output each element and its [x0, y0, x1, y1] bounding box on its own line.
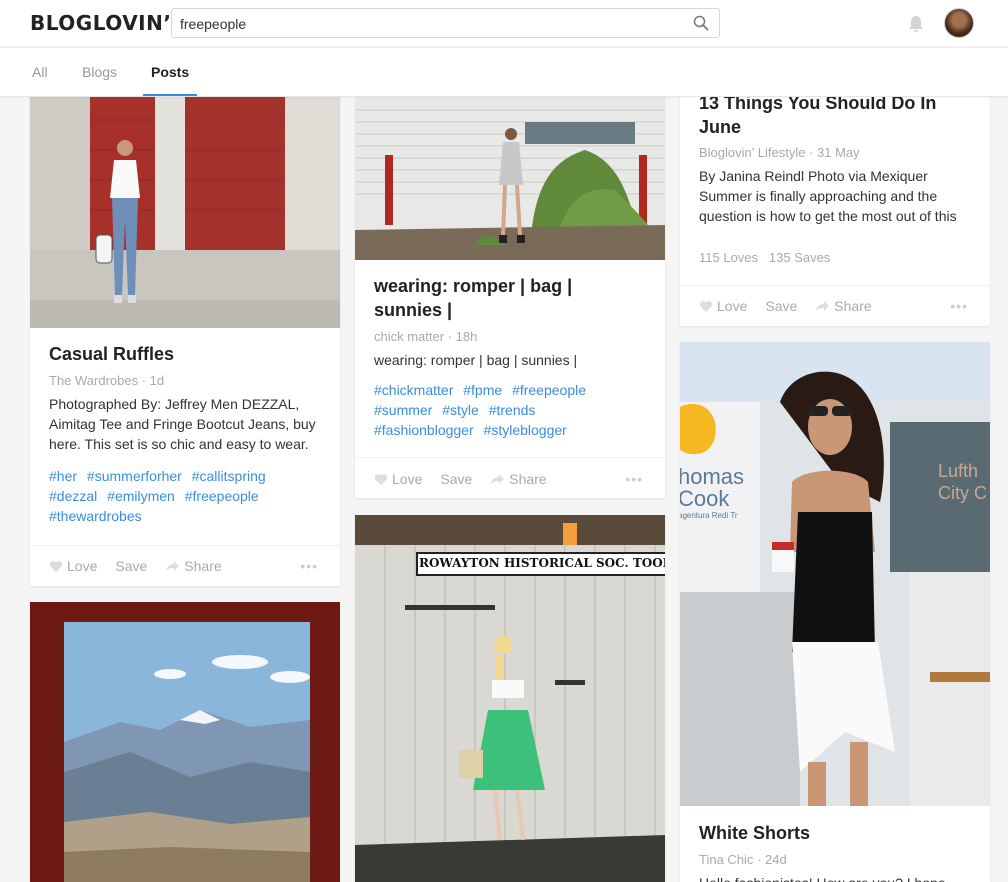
- post-tags: #chickmatter #fpme #freepeople #summer #…: [374, 380, 646, 440]
- photo-sign-text: ROWAYTON HISTORICAL SOC. TOOL E: [419, 556, 665, 570]
- post-actions: Love Save Share: [49, 558, 240, 574]
- logo[interactable]: BLOGLOVIN’: [30, 11, 171, 35]
- heart-icon: [374, 473, 388, 485]
- post-image-casual-ruffles[interactable]: [30, 60, 340, 328]
- post-meta[interactable]: chick matter · 18h: [374, 329, 477, 344]
- photo-sign-text: Lufth City C: [938, 461, 987, 503]
- tab-posts[interactable]: Posts: [151, 64, 189, 80]
- divider: [355, 457, 665, 458]
- more-options-button[interactable]: •••: [300, 558, 318, 574]
- post-stats: 115 Loves 135 Saves: [699, 250, 831, 265]
- tag[interactable]: #freepeople: [185, 488, 259, 504]
- notifications-bell-icon[interactable]: [908, 15, 924, 33]
- post-title[interactable]: Casual Ruffles: [49, 342, 174, 366]
- post-image-mountain-window[interactable]: [30, 602, 340, 882]
- search-box[interactable]: [171, 8, 720, 38]
- post-card-romper[interactable]: wearing: romper | bag | sunnies | chick …: [355, 60, 665, 498]
- post-excerpt: Photographed By: Jeffrey Men DEZZAL, Aim…: [49, 396, 316, 452]
- tag[interactable]: #emilymen: [107, 488, 175, 504]
- active-tab-indicator: [143, 94, 197, 96]
- tag[interactable]: #freepeople: [512, 382, 586, 398]
- tag[interactable]: #styleblogger: [484, 422, 567, 438]
- photo-sign-text: homas Cook agentura Redi Tr: [680, 464, 745, 521]
- save-button[interactable]: Save: [115, 558, 147, 574]
- post-actions: Love Save Share: [699, 298, 890, 314]
- save-button[interactable]: Save: [440, 471, 472, 487]
- love-button[interactable]: Love: [49, 558, 97, 574]
- tag[interactable]: #chickmatter: [374, 382, 453, 398]
- heart-icon: [49, 560, 63, 572]
- post-card-mountain-window[interactable]: [30, 602, 340, 882]
- tag[interactable]: #summerforher: [87, 468, 182, 484]
- more-options-button[interactable]: •••: [625, 471, 643, 487]
- tag[interactable]: #fpme: [463, 382, 502, 398]
- tag[interactable]: #callitspring: [192, 468, 266, 484]
- tab-all[interactable]: All: [32, 64, 48, 80]
- post-excerpt: Hello fashionistas! How are you? I hope: [699, 873, 971, 882]
- post-title[interactable]: White Shorts: [699, 821, 810, 845]
- search-icon[interactable]: [693, 15, 709, 31]
- save-button[interactable]: Save: [765, 298, 797, 314]
- post-image-white-shorts[interactable]: homas Cook agentura Redi Tr Lufth City C: [680, 342, 990, 806]
- love-button[interactable]: Love: [699, 298, 747, 314]
- post-card-white-shorts[interactable]: homas Cook agentura Redi Tr Lufth City C…: [680, 342, 990, 882]
- post-tags: #her #summerforher #callitspring #dezzal…: [49, 466, 321, 526]
- tag[interactable]: #trends: [489, 402, 536, 418]
- tag[interactable]: #thewardrobes: [49, 508, 142, 524]
- tag[interactable]: #summer: [374, 402, 432, 418]
- tab-blogs[interactable]: Blogs: [82, 64, 117, 80]
- share-button[interactable]: Share: [490, 471, 547, 487]
- share-button[interactable]: Share: [165, 558, 222, 574]
- post-actions: Love Save Share: [374, 471, 565, 487]
- search-input[interactable]: [180, 14, 680, 34]
- post-card-historical[interactable]: ROWAYTON HISTORICAL SOC. TOOL E: [355, 515, 665, 882]
- heart-icon: [699, 300, 713, 312]
- filter-tabs: All Blogs Posts: [0, 47, 1008, 97]
- share-button[interactable]: Share: [815, 298, 872, 314]
- more-options-button[interactable]: •••: [950, 298, 968, 314]
- top-header: BLOGLOVIN’: [0, 0, 1008, 46]
- divider: [30, 545, 340, 546]
- tag[interactable]: #her: [49, 468, 77, 484]
- post-meta[interactable]: The Wardrobes · 1d: [49, 373, 164, 388]
- post-image-historical[interactable]: ROWAYTON HISTORICAL SOC. TOOL E: [355, 515, 665, 882]
- post-title[interactable]: wearing: romper | bag | sunnies |: [374, 274, 646, 322]
- user-avatar[interactable]: [944, 8, 974, 38]
- tag[interactable]: #style: [442, 402, 479, 418]
- post-excerpt: wearing: romper | bag | sunnies |: [374, 352, 578, 368]
- tag[interactable]: #dezzal: [49, 488, 97, 504]
- share-arrow-icon: [816, 301, 830, 311]
- post-excerpt: By Janina Reindl Photo via Mexiquer Summ…: [699, 168, 957, 224]
- divider: [680, 285, 990, 286]
- post-meta[interactable]: Tina Chic · 24d: [699, 852, 787, 867]
- post-title[interactable]: 13 Things You Should Do In June: [699, 91, 971, 139]
- post-card-casual-ruffles[interactable]: Casual Ruffles The Wardrobes · 1d Photog…: [30, 60, 340, 586]
- tag[interactable]: #fashionblogger: [374, 422, 474, 438]
- share-arrow-icon: [491, 474, 505, 484]
- post-card-13-things[interactable]: 13 Things You Should Do In June Bloglovi…: [680, 60, 990, 326]
- love-button[interactable]: Love: [374, 471, 422, 487]
- share-arrow-icon: [166, 561, 180, 571]
- post-meta[interactable]: Bloglovin’ Lifestyle · 31 May: [699, 145, 860, 160]
